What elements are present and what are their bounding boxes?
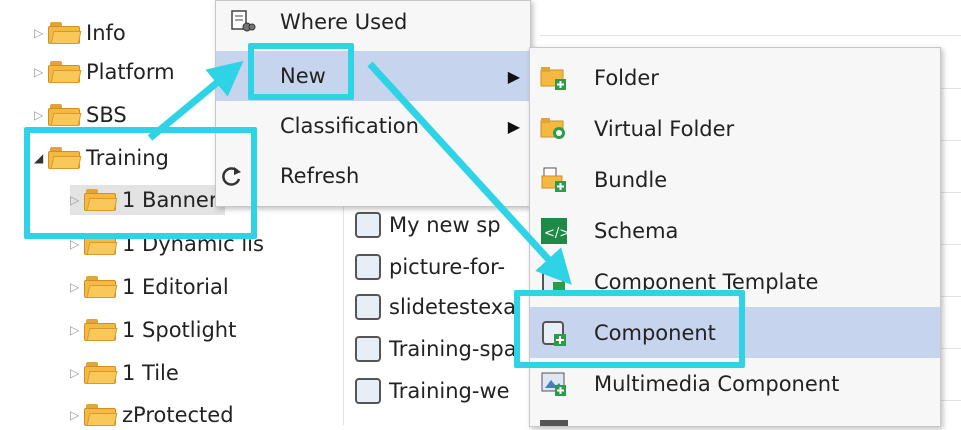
arrow-to-component [367, 61, 572, 285]
arrow-to-new [147, 60, 244, 141]
annotation-arrows [147, 60, 572, 285]
